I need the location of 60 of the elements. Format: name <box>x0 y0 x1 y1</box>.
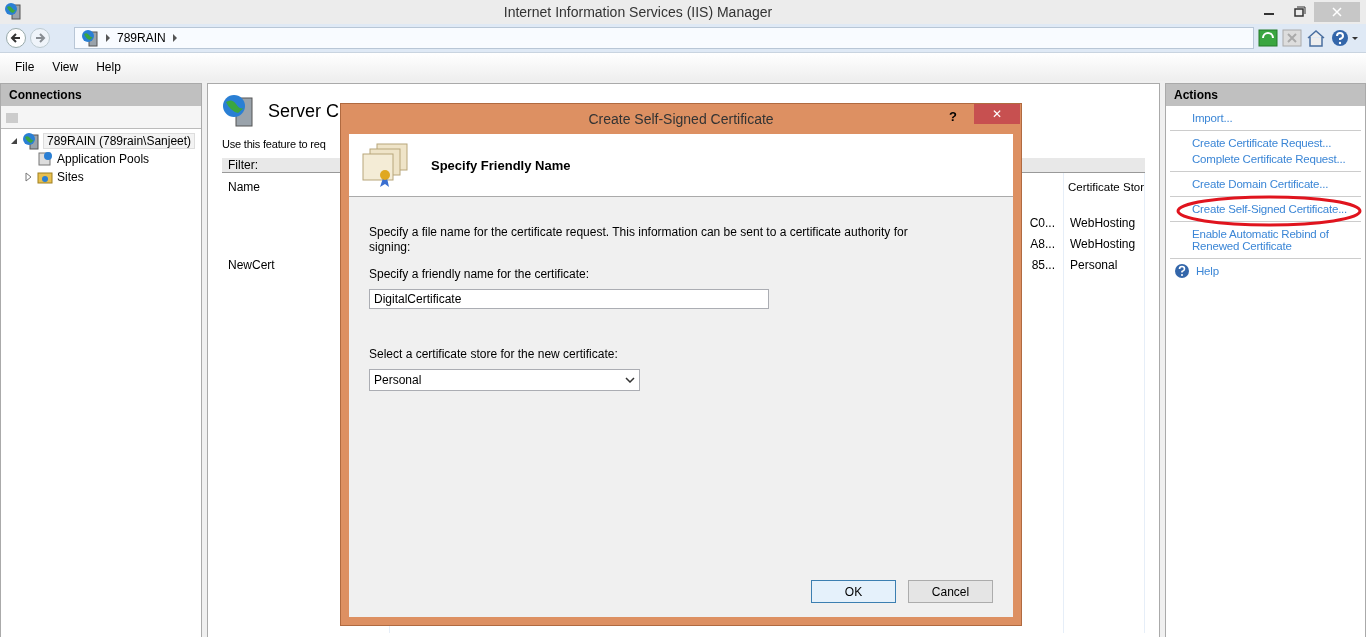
chevron-icon[interactable] <box>105 34 111 42</box>
server-globe-icon <box>222 94 256 128</box>
server-icon <box>81 29 99 47</box>
dialog-button[interactable]: OK <box>811 580 896 603</box>
app-pool-icon <box>36 151 54 167</box>
chevron-icon[interactable] <box>171 34 178 42</box>
field-label: Select a certificate store for the new certificate: <box>369 347 619 361</box>
table-cell: A8... <box>1030 237 1055 251</box>
collapsed-icon[interactable] <box>23 172 33 182</box>
column-header[interactable]: Certificate Stor <box>1068 181 1144 193</box>
expanded-icon[interactable] <box>9 136 19 146</box>
help-icon[interactable] <box>1330 29 1360 47</box>
back-button[interactable] <box>6 28 26 48</box>
window-title: Internet Information Services (IIS) Manager <box>502 4 774 20</box>
dialog-heading: Specify Friendly Name <box>431 157 571 173</box>
friendly-name-field[interactable]: DigitalCertificate <box>369 289 769 309</box>
tree-item[interactable]: Sites <box>57 170 84 184</box>
table-cell: NewCert <box>228 258 275 272</box>
panel-header: Actions <box>1166 84 1365 106</box>
table-cell: Personal <box>1070 258 1118 272</box>
action-link[interactable]: Create Domain Certificate... <box>1170 176 1361 192</box>
action-link[interactable]: Import... <box>1170 110 1361 126</box>
tree-item[interactable]: 789RAIN (789rain\Sanjeet) <box>43 133 196 149</box>
certificate-icon <box>361 142 411 188</box>
address-bar[interactable]: 789RAIN <box>74 27 1254 49</box>
store-dropdown[interactable]: Personal <box>369 369 640 391</box>
menu-item[interactable]: File <box>6 60 44 74</box>
server-icon <box>22 132 40 150</box>
help-button[interactable]: ? <box>943 108 963 125</box>
feature-description: Use this feature to req <box>222 138 326 150</box>
back-arrow-icon <box>10 32 22 44</box>
table-cell: WebHosting <box>1070 216 1136 230</box>
menu-item[interactable]: View <box>43 60 88 74</box>
refresh-icon[interactable] <box>1258 29 1278 47</box>
chevron-icon <box>625 377 635 383</box>
table-cell: WebHosting <box>1070 237 1136 251</box>
table-cell: 85... <box>1031 258 1055 272</box>
tree-item[interactable]: Application Pools <box>57 152 150 166</box>
action-link[interactable]: Create Self-Signed Certificate... <box>1170 201 1361 217</box>
app-icon <box>4 1 22 20</box>
filter-label: Filter: <box>228 158 258 172</box>
breadcrumb-item[interactable]: 789RAIN <box>117 31 166 45</box>
action-link[interactable]: Enable Automatic Rebind of Renewed Certificate <box>1170 226 1361 254</box>
dialog-button[interactable]: Cancel <box>908 580 993 603</box>
column-header[interactable]: Name <box>228 180 260 194</box>
help-link[interactable]: Help <box>1196 263 1219 279</box>
action-link[interactable]: Complete Certificate Request... <box>1170 151 1361 167</box>
field-label: Specify a friendly name for the certificate: <box>369 267 591 281</box>
folder-icon <box>36 169 54 185</box>
dialog-title: Create Self-Signed Certificate <box>588 111 774 127</box>
action-link[interactable]: Create Certificate Request... <box>1170 135 1361 151</box>
instruction-text: Specify a file name for the certificate request. This information can be sent to a certificate authority for signing: <box>369 225 909 255</box>
page-title: Server C <box>268 100 339 122</box>
panel-header: Connections <box>1 84 201 106</box>
forward-arrow-icon <box>34 32 46 44</box>
menu-item[interactable]: Help <box>87 60 130 74</box>
home-icon[interactable] <box>1306 29 1326 47</box>
close-button[interactable]: ✕ <box>974 104 1020 124</box>
table-cell: C0... <box>1029 216 1055 230</box>
help-icon <box>1174 263 1190 279</box>
